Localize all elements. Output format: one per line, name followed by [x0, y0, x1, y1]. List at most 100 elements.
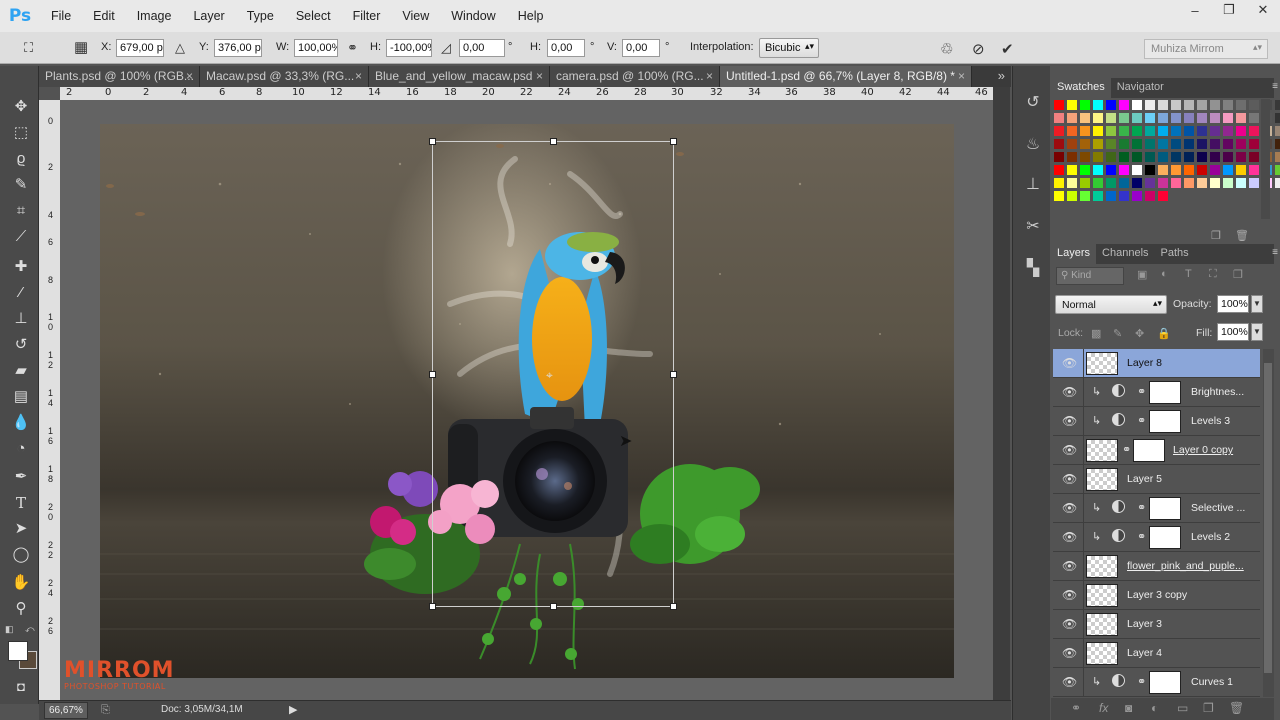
- color-swatch[interactable]: [1223, 139, 1233, 149]
- layer-mask-thumbnail[interactable]: [1149, 381, 1181, 404]
- interpolation-select[interactable]: Bicubic ▴▾: [759, 38, 819, 58]
- layer-name[interactable]: Levels 3: [1191, 415, 1256, 427]
- color-swatch[interactable]: [1210, 113, 1220, 123]
- hand-tool-icon[interactable]: ✋: [10, 572, 32, 594]
- tab-camera[interactable]: camera.psd @ 100% (RG... ×: [550, 66, 720, 87]
- gradient-tool-icon[interactable]: ▤: [10, 386, 32, 408]
- layer-thumbnail[interactable]: [1086, 439, 1118, 462]
- color-swatch[interactable]: [1210, 139, 1220, 149]
- menu-filter[interactable]: Filter: [342, 9, 392, 23]
- v-skew-field[interactable]: 0,00: [622, 39, 660, 57]
- tab-blue-yellow-macaw[interactable]: Blue_and_yellow_macaw.psd ×: [369, 66, 550, 87]
- color-swatch[interactable]: [1275, 100, 1280, 110]
- lock-all-icon[interactable]: 🔒: [1157, 327, 1171, 340]
- color-swatch[interactable]: [1106, 126, 1116, 136]
- color-swatch[interactable]: [1158, 126, 1168, 136]
- color-swatch[interactable]: [1132, 178, 1142, 188]
- mask-link-icon[interactable]: ⚭: [1137, 501, 1146, 514]
- color-swatch[interactable]: [1080, 152, 1090, 162]
- layer-mask-thumbnail[interactable]: [1149, 671, 1181, 694]
- color-swatch[interactable]: [1093, 113, 1103, 123]
- layer-name[interactable]: Layer 5: [1127, 473, 1256, 485]
- color-swatch[interactable]: [1093, 139, 1103, 149]
- lock-position-icon[interactable]: ✥: [1135, 327, 1144, 340]
- color-swatch[interactable]: [1275, 126, 1280, 136]
- mask-link-icon[interactable]: ⚭: [1122, 443, 1131, 456]
- layer-name[interactable]: Layer 4: [1127, 647, 1256, 659]
- color-swatch[interactable]: [1210, 100, 1220, 110]
- color-swatch[interactable]: [1223, 113, 1233, 123]
- layer-row[interactable]: 👁 Layer 3: [1053, 610, 1260, 639]
- color-swatch[interactable]: [1067, 113, 1077, 123]
- properties-panel-icon[interactable]: ▚: [1022, 258, 1044, 280]
- clone-stamp-tool-icon[interactable]: ⊥: [10, 308, 32, 330]
- visibility-eye-icon[interactable]: 👁: [1062, 385, 1077, 399]
- color-swatch[interactable]: [1080, 191, 1090, 201]
- color-swatch[interactable]: [1145, 126, 1155, 136]
- transform-center-icon[interactable]: ⌖: [546, 368, 553, 383]
- mask-link-icon[interactable]: ⚭: [1137, 530, 1146, 543]
- panel-menu-icon[interactable]: ≡: [1272, 247, 1278, 258]
- layer-name[interactable]: flower_pink_and_puple...: [1127, 560, 1256, 572]
- transform-handle[interactable]: [670, 371, 677, 378]
- transform-handle[interactable]: [550, 138, 557, 145]
- color-swatch[interactable]: [1119, 152, 1129, 162]
- tab-macaw[interactable]: Macaw.psd @ 33,3% (RG... ×: [200, 66, 369, 87]
- color-swatch[interactable]: [1197, 100, 1207, 110]
- transform-handle[interactable]: [429, 603, 436, 610]
- move-tool-icon[interactable]: ✥: [10, 96, 32, 118]
- tab-untitled-1[interactable]: Untitled-1.psd @ 66,7% (Layer 8, RGB/8) …: [720, 66, 972, 87]
- blur-tool-icon[interactable]: 💧: [10, 412, 32, 434]
- swatches-scrollbar[interactable]: [1261, 99, 1270, 219]
- color-swatch[interactable]: [1067, 126, 1077, 136]
- layer-thumbnail[interactable]: [1086, 642, 1118, 665]
- color-swatch[interactable]: [1119, 126, 1129, 136]
- tab-swatches[interactable]: Swatches: [1051, 78, 1111, 98]
- color-swatch[interactable]: [1184, 113, 1194, 123]
- menu-help[interactable]: Help: [507, 9, 555, 23]
- color-swatch[interactable]: [1158, 178, 1168, 188]
- swap-colors-icon[interactable]: ⤺: [25, 624, 35, 635]
- tab-close-icon[interactable]: ×: [706, 69, 713, 83]
- canvas-vertical-scrollbar[interactable]: [993, 87, 1010, 700]
- color-swatch[interactable]: [1275, 165, 1280, 175]
- shape-filter-icon[interactable]: ⛶: [1209, 268, 1217, 281]
- visibility-eye-icon[interactable]: 👁: [1062, 559, 1077, 573]
- color-swatch[interactable]: [1249, 113, 1259, 123]
- visibility-eye-icon[interactable]: 👁: [1062, 501, 1077, 515]
- color-swatch[interactable]: [1171, 139, 1181, 149]
- layer-name[interactable]: Levels 2: [1191, 531, 1256, 543]
- visibility-eye-icon[interactable]: 👁: [1062, 472, 1077, 486]
- workspace-user-select[interactable]: Muhiza Mirrom ▴▾: [1144, 39, 1268, 59]
- color-swatch[interactable]: [1132, 113, 1142, 123]
- color-swatch[interactable]: [1067, 165, 1077, 175]
- quick-mask-icon[interactable]: ◘: [10, 676, 32, 698]
- color-swatch[interactable]: [1275, 178, 1280, 188]
- color-swatch[interactable]: [1171, 100, 1181, 110]
- color-swatch[interactable]: [1093, 178, 1103, 188]
- color-swatch[interactable]: [1171, 126, 1181, 136]
- color-swatch[interactable]: [1249, 152, 1259, 162]
- adjustment-layer-icon[interactable]: [1112, 413, 1125, 426]
- layer-name[interactable]: Layer 8: [1127, 357, 1256, 369]
- color-swatch[interactable]: [1158, 191, 1168, 201]
- tab-plants[interactable]: Plants.psd @ 100% (RGB... ×: [39, 66, 200, 87]
- tab-channels[interactable]: Channels: [1096, 244, 1154, 264]
- layer-row[interactable]: 👁 ↳ ⚭ Curves 1: [1053, 668, 1260, 697]
- color-swatch[interactable]: [1093, 165, 1103, 175]
- crop-tool-icon[interactable]: ⌗: [10, 200, 32, 222]
- lasso-tool-icon[interactable]: ϱ: [10, 148, 32, 170]
- transform-handle[interactable]: [550, 603, 557, 610]
- tab-close-icon[interactable]: ×: [536, 69, 543, 83]
- color-swatch[interactable]: [1249, 165, 1259, 175]
- color-swatch[interactable]: [1184, 126, 1194, 136]
- layer-mask-thumbnail[interactable]: [1149, 410, 1181, 433]
- color-swatch[interactable]: [1054, 139, 1064, 149]
- color-swatch[interactable]: [1119, 113, 1129, 123]
- pixel-filter-icon[interactable]: ▣: [1137, 268, 1147, 281]
- color-swatch[interactable]: [1145, 100, 1155, 110]
- layer-row[interactable]: 👁 ↳ ⚭ Levels 3: [1053, 407, 1260, 436]
- tab-layers[interactable]: Layers: [1051, 244, 1097, 264]
- color-swatch[interactable]: [1132, 126, 1142, 136]
- color-swatch[interactable]: [1210, 178, 1220, 188]
